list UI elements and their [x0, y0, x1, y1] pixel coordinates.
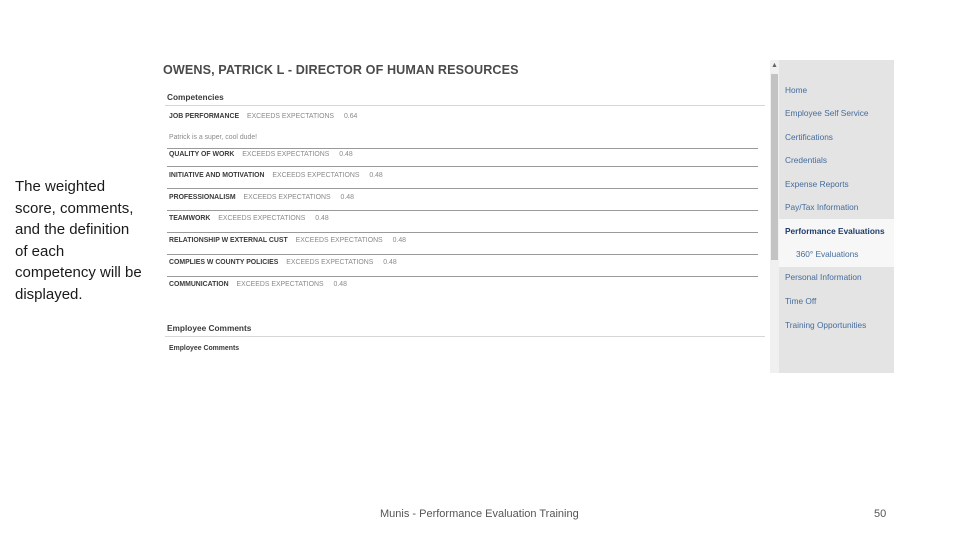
competency-score: 0.48 [315, 215, 329, 222]
competency-comment: Patrick is a super, cool dude! [169, 134, 258, 141]
row-divider [167, 188, 758, 189]
competency-rating: EXCEEDS EXPECTATIONS [236, 281, 324, 288]
competency-name: COMPLIES W COUNTY POLICIES [169, 259, 279, 266]
competency-row[interactable]: TEAMWORK EXCEEDS EXPECTATIONS 0.48 [169, 215, 329, 222]
scrollbar[interactable]: ▲ [770, 60, 779, 373]
competency-row[interactable]: RELATIONSHIP W EXTERNAL CUST EXCEEDS EXP… [169, 237, 406, 244]
nav-item-employee-self-service[interactable]: Employee Self Service [785, 108, 868, 118]
competency-score: 0.48 [392, 237, 406, 244]
screenshot-panel: OWENS, PATRICK L - DIRECTOR OF HUMAN RES… [160, 60, 895, 373]
competency-name: TEAMWORK [169, 215, 211, 222]
nav-item-training-opportunities[interactable]: Training Opportunities [785, 320, 866, 330]
competency-name: INITIATIVE AND MOTIVATION [169, 172, 265, 179]
competency-rating: EXCEEDS EXPECTATIONS [246, 113, 335, 120]
competency-rating: EXCEEDS EXPECTATIONS [286, 259, 374, 266]
row-divider [167, 166, 758, 167]
slide-footer: Munis - Performance Evaluation Training [380, 508, 579, 520]
competency-score: 0.48 [369, 172, 383, 179]
row-divider [167, 210, 758, 211]
nav-item-credentials[interactable]: Credentials [785, 155, 827, 165]
page-title: OWENS, PATRICK L - DIRECTOR OF HUMAN RES… [163, 63, 519, 77]
scroll-up-arrow-icon[interactable]: ▲ [770, 60, 779, 72]
competency-rating: EXCEEDS EXPECTATIONS [242, 151, 330, 158]
competency-name: RELATIONSHIP W EXTERNAL CUST [169, 237, 288, 244]
competency-score: 0.48 [340, 194, 354, 201]
slide-caption: The weighted score, comments, and the de… [15, 178, 142, 303]
competency-row[interactable]: QUALITY OF WORK EXCEEDS EXPECTATIONS 0.4… [169, 151, 353, 158]
competency-rating: EXCEEDS EXPECTATIONS [272, 172, 360, 179]
row-divider [167, 148, 758, 149]
competency-name: JOB PERFORMANCE [169, 113, 240, 120]
nav-item-time-off[interactable]: Time Off [785, 296, 816, 306]
competency-row[interactable]: COMMUNICATION EXCEEDS EXPECTATIONS 0.48 [169, 281, 347, 288]
competency-name: COMMUNICATION [169, 281, 229, 288]
sidebar-nav: Home Employee Self Service Certification… [779, 60, 894, 373]
employee-comments-header: Employee Comments [167, 323, 252, 333]
competencies-divider [165, 105, 765, 106]
competency-name: PROFESSIONALISM [169, 194, 236, 201]
competency-row[interactable]: COMPLIES W COUNTY POLICIES EXCEEDS EXPEC… [169, 259, 397, 266]
competency-row[interactable]: JOB PERFORMANCE EXCEEDS EXPECTATIONS 0.6… [169, 113, 357, 120]
scroll-thumb[interactable] [771, 74, 778, 260]
competency-row[interactable]: PROFESSIONALISM EXCEEDS EXPECTATIONS 0.4… [169, 194, 354, 201]
competency-score: 0.48 [333, 281, 347, 288]
competency-rating: EXCEEDS EXPECTATIONS [295, 237, 383, 244]
row-divider [167, 276, 758, 277]
employee-comments-divider [165, 336, 765, 337]
nav-item-expense-reports[interactable]: Expense Reports [785, 179, 849, 189]
row-divider [167, 254, 758, 255]
competency-score: 0.64 [343, 113, 358, 120]
row-divider [167, 232, 758, 233]
nav-item-personal-information[interactable]: Personal Information [785, 272, 862, 282]
competency-score: 0.48 [339, 151, 353, 158]
competency-rating: EXCEEDS EXPECTATIONS [218, 215, 306, 222]
nav-item-home[interactable]: Home [785, 85, 807, 95]
competency-row[interactable]: INITIATIVE AND MOTIVATION EXCEEDS EXPECT… [169, 172, 383, 179]
competency-score: 0.48 [383, 259, 397, 266]
competency-name: QUALITY OF WORK [169, 151, 235, 158]
competencies-header: Competencies [167, 92, 224, 102]
nav-subitem-360-evaluations[interactable]: 360° Evaluations [796, 249, 858, 259]
page-number: 50 [874, 508, 887, 520]
employee-comments-label: Employee Comments [169, 345, 240, 352]
competency-rating: EXCEEDS EXPECTATIONS [243, 194, 331, 201]
nav-item-performance-evaluations[interactable]: Performance Evaluations [785, 226, 885, 236]
nav-item-certifications[interactable]: Certifications [785, 132, 833, 142]
nav-item-pay-tax-information[interactable]: Pay/Tax Information [785, 202, 858, 212]
